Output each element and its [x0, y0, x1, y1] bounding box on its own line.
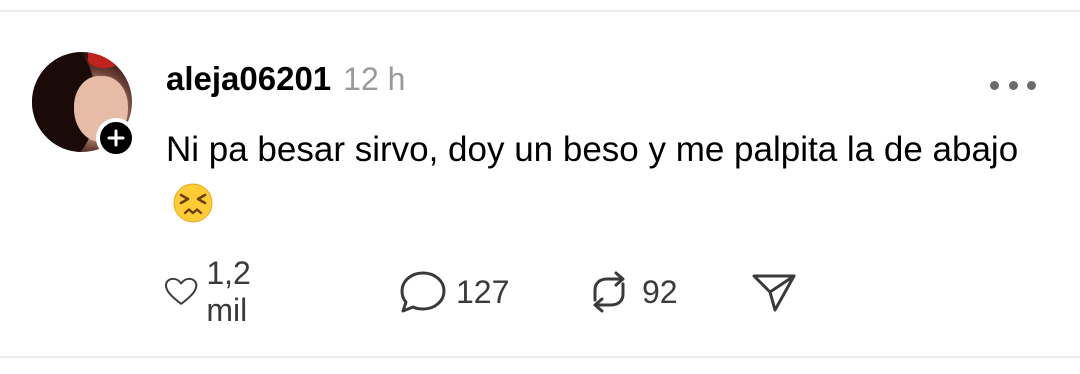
username[interactable]: aleja06201 [166, 60, 331, 98]
plus-icon [107, 129, 125, 147]
follow-button[interactable] [96, 118, 136, 158]
post-header: aleja06201 12 h [166, 60, 405, 100]
repost-icon [593, 271, 625, 313]
post-text: Ni pa besar sirvo, doy un beso y me palp… [166, 130, 1019, 169]
ellipsis-icon [990, 80, 999, 90]
reply-button[interactable]: 127 [398, 270, 509, 314]
persevering-face-icon [173, 183, 213, 223]
speech-bubble-icon [400, 271, 446, 313]
reply-count: 127 [456, 273, 510, 310]
avatar-container[interactable] [32, 52, 136, 158]
send-icon [752, 274, 796, 312]
repost-button[interactable]: 92 [584, 270, 678, 314]
heart-icon [164, 277, 198, 305]
bottom-divider [0, 356, 1080, 358]
post: aleja06201 12 h Ni pa besar sirvo, doy u… [0, 12, 1080, 356]
share-button[interactable] [750, 270, 798, 314]
more-options-button[interactable] [990, 78, 1036, 92]
post-text-container: Ni pa besar sirvo, doy un beso y me palp… [166, 122, 1046, 232]
repost-count: 92 [642, 273, 678, 310]
like-button[interactable]: 1,2 mil [164, 255, 268, 328]
timestamp[interactable]: 12 h [343, 61, 405, 98]
like-count: 1,2 mil [206, 255, 251, 328]
